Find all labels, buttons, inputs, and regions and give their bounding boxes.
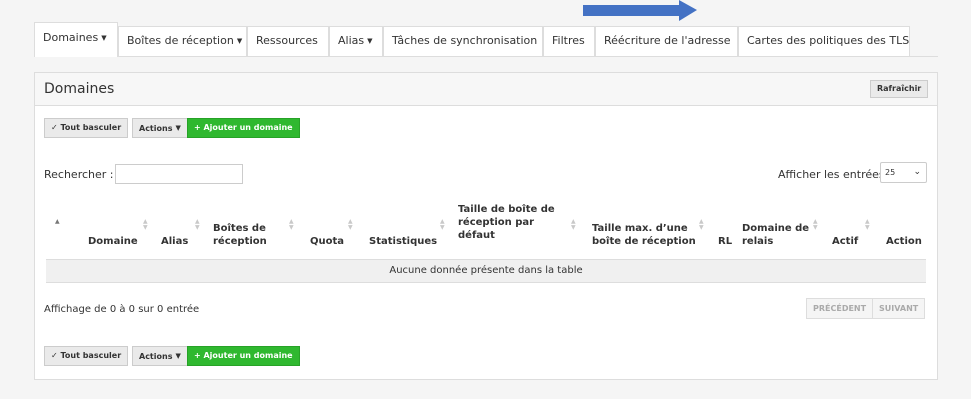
caret-down-icon: ▼ — [236, 37, 243, 45]
column-header[interactable]: RL — [718, 235, 732, 248]
column-header[interactable]: Quota — [310, 235, 344, 248]
caret-down-icon: ▼ — [175, 352, 181, 360]
tab-filtres[interactable]: Filtres — [543, 26, 595, 56]
actions-button[interactable]: Actions ▼ — [132, 118, 188, 138]
tab-taches-de-synchronisation[interactable]: Tâches de synchronisation — [383, 26, 543, 56]
sort-icon[interactable]: ▲ ▼ — [143, 219, 148, 231]
sort-asc-icon[interactable]: ▲ — [55, 219, 60, 225]
tab-label: Réécriture de l'adresse — [604, 34, 731, 47]
sort-icon[interactable]: ▲ ▼ — [699, 219, 704, 231]
pagination-info: Affichage de 0 à 0 sur 0 entrée — [44, 304, 200, 315]
column-header[interactable]: Taille max. d’une boîte de réception — [592, 222, 700, 248]
sort-icon[interactable]: ▲ ▼ — [195, 219, 200, 231]
refresh-button[interactable]: Rafraîchir — [870, 80, 929, 98]
tab-alias[interactable]: Alias ▼ — [329, 26, 383, 56]
check-icon: ✓ — [51, 123, 61, 132]
tab-domaines[interactable]: Domaines ▼ — [34, 22, 118, 57]
panel-title: Domaines — [44, 81, 115, 97]
actions-label: Actions — [139, 124, 173, 133]
add-domain-button[interactable]: + Ajouter un domaine — [187, 346, 300, 366]
tab-label: Boîtes de réception — [127, 34, 234, 47]
entries-value: 25 — [885, 168, 896, 177]
previous-button[interactable]: PRÉCÉDENT — [806, 298, 874, 319]
toggle-all-label: Tout basculer — [60, 123, 122, 132]
sort-icon[interactable]: ▲ ▼ — [289, 219, 294, 231]
table-empty-row: Aucune donnée présente dans la table — [46, 259, 926, 283]
tab-label: Alias — [338, 34, 365, 47]
sort-icon[interactable]: ▲ ▼ — [440, 219, 445, 231]
sort-icon[interactable]: ▲ ▼ — [865, 219, 870, 231]
tab-label: Ressources — [256, 34, 318, 47]
column-header[interactable]: Domaine de relais — [742, 222, 818, 248]
caret-down-icon: ▼ — [175, 124, 181, 132]
entries-label: Afficher les entrées — [778, 168, 885, 181]
tab-label: Domaines — [43, 31, 99, 44]
tab-cartes-politiques-tls[interactable]: Cartes des politiques des TLS — [738, 26, 910, 56]
chevron-down-icon: ⌄ — [913, 167, 921, 177]
column-header[interactable]: Taille de boîte de réception par défaut — [458, 203, 570, 242]
sort-icon[interactable]: ▲ ▼ — [813, 219, 818, 231]
entries-select[interactable]: 25 ⌄ — [880, 162, 927, 183]
toggle-all-button[interactable]: ✓ Tout basculer — [44, 346, 129, 366]
actions-label: Actions — [139, 352, 173, 361]
column-header[interactable]: Boîtes de réception — [213, 222, 275, 248]
column-header[interactable]: Domaine — [88, 235, 138, 248]
next-button[interactable]: SUIVANT — [872, 298, 926, 319]
panel-header: Domaines Rafraîchir — [35, 73, 937, 106]
actions-button[interactable]: Actions ▼ — [132, 346, 188, 366]
tab-reecriture-adresse[interactable]: Réécriture de l'adresse — [595, 26, 738, 56]
toggle-all-button[interactable]: ✓ Tout basculer — [44, 118, 129, 138]
caret-down-icon: ▼ — [101, 34, 107, 42]
add-domain-button[interactable]: + Ajouter un domaine — [187, 118, 300, 138]
tab-label: Filtres — [552, 34, 585, 47]
search-input[interactable] — [115, 164, 243, 184]
caret-down-icon: ▼ — [367, 37, 373, 45]
tab-boites-de-reception[interactable]: Boîtes de réception ▼ — [118, 26, 247, 56]
column-header: Action — [886, 236, 922, 247]
toggle-all-label: Tout basculer — [60, 351, 122, 360]
tab-label: Cartes des politiques des TLS — [747, 34, 910, 47]
column-header[interactable]: Statistiques — [369, 235, 437, 248]
sort-icon[interactable]: ▲ ▼ — [571, 219, 576, 231]
search-label: Rechercher : — [44, 168, 114, 181]
tab-label: Tâches de synchronisation — [392, 34, 538, 47]
column-header[interactable]: Actif — [832, 235, 858, 248]
sort-icon[interactable]: ▲ ▼ — [348, 219, 353, 231]
tab-bar: Domaines ▼ Boîtes de réception ▼ Ressource… — [34, 20, 938, 57]
domains-panel: Domaines Rafraîchir ✓ Tout basculer Acti… — [34, 72, 938, 380]
tab-ressources[interactable]: Ressources — [247, 26, 329, 56]
check-icon: ✓ — [51, 351, 61, 360]
column-header[interactable]: Alias — [161, 235, 188, 248]
